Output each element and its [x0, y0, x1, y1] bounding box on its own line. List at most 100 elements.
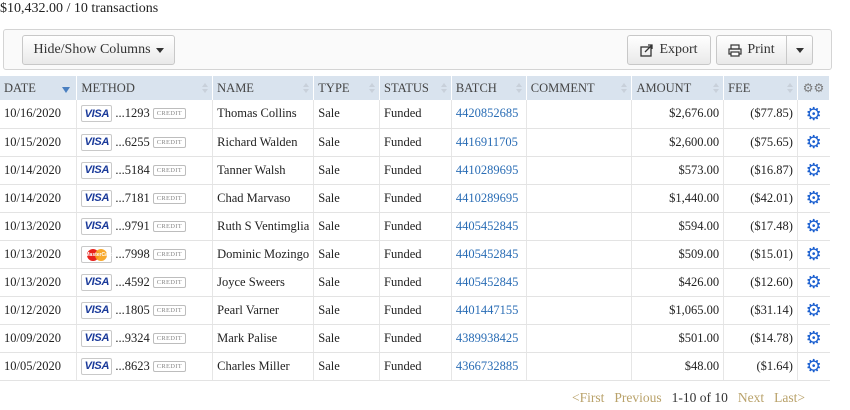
sort-icon	[202, 83, 209, 93]
cell-name: Thomas Collins	[212, 100, 315, 129]
pager-first-link[interactable]: <First	[572, 390, 604, 406]
cell-method: VISA ...1293 CREDIT	[76, 100, 214, 129]
column-header-method[interactable]: METHOD	[76, 76, 214, 100]
column-header-type[interactable]: TYPE	[313, 76, 381, 100]
table-row[interactable]: 10/16/2020 VISA ...1293 CREDIT Thomas Collin…	[0, 100, 830, 129]
cell-actions: ⚙	[797, 128, 830, 157]
column-header-date[interactable]: DATE	[0, 76, 78, 100]
table-row[interactable]: 10/09/2020 VISA ...9324 CREDIT Mark Palise Sa…	[0, 324, 830, 353]
credit-badge: CREDIT	[152, 108, 187, 120]
cell-method: VISA ...4592 CREDIT	[76, 268, 214, 297]
table-row[interactable]: 10/05/2020 VISA ...8623 CREDIT Charles Mille…	[0, 352, 830, 381]
cell-actions: ⚙	[797, 296, 830, 325]
cell-actions: ⚙	[797, 268, 830, 297]
sort-icon	[369, 83, 376, 93]
cell-fee: ($42.01)	[723, 184, 798, 213]
pager-next-link[interactable]: Next	[738, 390, 764, 406]
cell-name: Charles Miller	[212, 352, 315, 381]
cell-type: Sale	[313, 324, 381, 353]
cell-name: Tanner Walsh	[212, 156, 315, 185]
visa-icon: VISA	[81, 217, 113, 235]
table-row[interactable]: 10/14/2020 VISA ...5184 CREDIT Tanner Walsh S…	[0, 156, 830, 185]
gear-icon[interactable]: ⚙	[802, 301, 826, 319]
cell-status: Funded	[379, 156, 452, 185]
hide-show-columns-button[interactable]: Hide/Show Columns	[22, 35, 175, 65]
batch-link[interactable]: 4405452845	[451, 212, 527, 241]
cell-status: Funded	[379, 128, 452, 157]
cell-type: Sale	[313, 296, 381, 325]
gear-icon[interactable]: ⚙	[802, 329, 826, 347]
table-header-row: DATE METHOD NAME TYPE STATUS BATCH COMME…	[0, 76, 831, 100]
batch-link[interactable]: 4405452845	[451, 240, 527, 269]
cell-type: Sale	[313, 240, 381, 269]
table-row[interactable]: 10/13/2020 VISA ...4592 CREDIT Joyce Sweers S…	[0, 268, 830, 297]
card-last4: ...7998	[115, 246, 150, 261]
column-header-comment[interactable]: COMMENT	[526, 76, 633, 100]
cell-actions: ⚙	[797, 240, 830, 269]
gear-icon[interactable]: ⚙	[802, 105, 826, 123]
gear-icon[interactable]: ⚙	[802, 245, 826, 263]
cell-amount: $2,676.00	[631, 100, 725, 129]
column-header-name[interactable]: NAME	[212, 76, 315, 100]
table-row[interactable]: 10/15/2020 VISA ...6255 CREDIT Richard Walde…	[0, 128, 830, 157]
table-row[interactable]: 10/13/2020 VISA ...9791 CREDIT Ruth S Ventim…	[0, 212, 830, 241]
cell-name: Pearl Varner	[212, 296, 315, 325]
gear-icon[interactable]: ⚙	[802, 273, 826, 291]
cell-actions: ⚙	[797, 352, 830, 381]
sort-icon	[440, 83, 447, 93]
transactions-summary: $10,432.00 / 10 transactions	[0, 1, 159, 16]
cell-date: 10/09/2020	[0, 324, 78, 353]
cell-name: Richard Walden	[212, 128, 315, 157]
cell-method: VISA ...9791 CREDIT	[76, 212, 214, 241]
visa-icon: VISA	[81, 133, 113, 151]
cell-actions: ⚙	[797, 184, 830, 213]
cell-status: Funded	[379, 212, 452, 241]
batch-link[interactable]: 4405452845	[451, 268, 527, 297]
batch-link[interactable]: 4366732885	[451, 352, 527, 381]
cell-date: 10/13/2020	[0, 240, 78, 269]
gear-icon[interactable]: ⚙	[802, 357, 826, 375]
cell-method: VISA ...9324 CREDIT	[76, 324, 214, 353]
credit-badge: CREDIT	[152, 248, 187, 260]
visa-icon: VISA	[81, 189, 113, 207]
cell-status: Funded	[379, 268, 452, 297]
cell-status: Funded	[379, 184, 452, 213]
cell-status: Funded	[379, 324, 452, 353]
pager-previous-link[interactable]: Previous	[614, 390, 661, 406]
credit-badge: CREDIT	[152, 304, 187, 316]
table-row[interactable]: 10/13/2020 MasterCard ...7998 CREDIT Dominic…	[0, 240, 830, 269]
gear-icon[interactable]: ⚙	[802, 189, 826, 207]
cell-fee: ($16.87)	[723, 156, 798, 185]
batch-link[interactable]: 4401447155	[451, 296, 527, 325]
card-last4: ...1293	[115, 106, 150, 121]
cell-amount: $1,065.00	[631, 296, 725, 325]
table-row[interactable]: 10/12/2020 VISA ...1805 CREDIT Pearl Varner S…	[0, 296, 830, 325]
export-button[interactable]: Export	[627, 35, 711, 65]
column-header-fee[interactable]: FEE	[723, 76, 798, 100]
table-row[interactable]: 10/14/2020 VISA ...7181 CREDIT Chad Marvaso S…	[0, 184, 830, 213]
gear-icon[interactable]: ⚙	[802, 217, 826, 235]
batch-link[interactable]: 4416911705	[451, 128, 527, 157]
column-header-actions[interactable]: ⚙⚙	[797, 76, 831, 100]
column-header-amount[interactable]: AMOUNT	[631, 76, 725, 100]
print-button[interactable]: Print	[716, 35, 787, 65]
column-header-status[interactable]: STATUS	[379, 76, 452, 100]
cell-amount: $573.00	[631, 156, 725, 185]
column-header-batch[interactable]: BATCH	[451, 76, 527, 100]
batch-link[interactable]: 4410289695	[451, 156, 527, 185]
table-toolbar: Hide/Show Columns Export Print	[3, 29, 832, 70]
batch-link[interactable]: 4420852685	[451, 100, 527, 129]
cell-amount: $426.00	[631, 268, 725, 297]
pager-last-link[interactable]: Last>	[774, 390, 805, 406]
batch-link[interactable]: 4389938425	[451, 324, 527, 353]
cell-actions: ⚙	[797, 100, 830, 129]
gear-icon[interactable]: ⚙	[802, 133, 826, 151]
print-label: Print	[747, 42, 775, 57]
visa-icon: VISA	[81, 105, 113, 123]
card-last4: ...9791	[115, 218, 150, 233]
gear-icon[interactable]: ⚙	[802, 161, 826, 179]
cell-name: Ruth S Ventimglia	[212, 212, 315, 241]
batch-link[interactable]: 4410289695	[451, 184, 527, 213]
cell-date: 10/12/2020	[0, 296, 78, 325]
print-options-button[interactable]	[786, 35, 813, 65]
